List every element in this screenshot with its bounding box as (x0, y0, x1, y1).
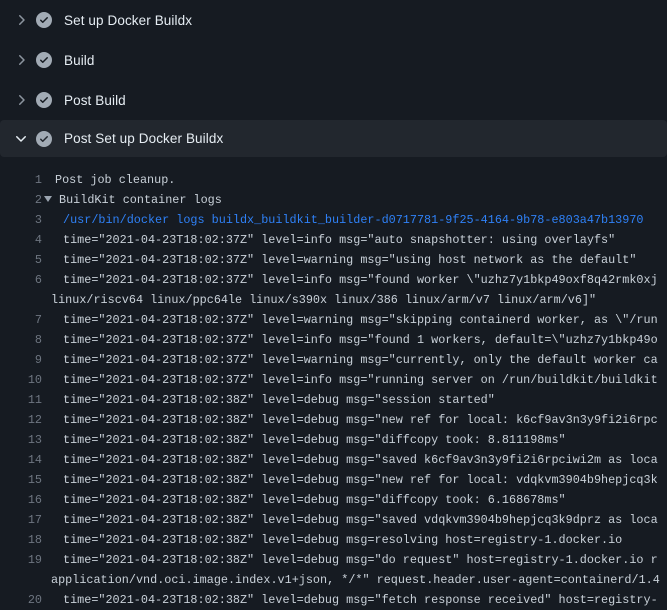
log-group-title: BuildKit container logs (59, 193, 222, 207)
log-line-number[interactable]: 19 (0, 550, 42, 570)
log-line: 12 time="2021-04-23T18:02:38Z" level=debu… (0, 410, 667, 430)
step-section-post-build[interactable]: Post Build (0, 80, 667, 120)
log-line-number[interactable]: 3 (0, 210, 42, 230)
log-line: 2 BuildKit container logs (0, 190, 667, 210)
log-line-text: time="2021-04-23T18:02:38Z" level=debug … (51, 450, 667, 470)
log-line-text: time="2021-04-23T18:02:37Z" level=info m… (51, 330, 667, 350)
step-label: Build (64, 53, 95, 68)
log-line-number[interactable]: 11 (0, 390, 42, 410)
log-line: 15 time="2021-04-23T18:02:38Z" level=debu… (0, 470, 667, 490)
chevron-right-icon (13, 92, 29, 108)
log-line: linux/riscv64 linux/ppc64le linux/s390x … (0, 290, 667, 310)
log-line: 7 time="2021-04-23T18:02:37Z" level=warni… (0, 310, 667, 330)
log-line-text: linux/riscv64 linux/ppc64le linux/s390x … (51, 290, 667, 310)
log-line-text: time="2021-04-23T18:02:38Z" level=debug … (51, 590, 667, 610)
log-line-number[interactable]: 17 (0, 510, 42, 530)
step-section-build[interactable]: Build (0, 40, 667, 80)
log-line-number (0, 290, 42, 310)
log-line-text: time="2021-04-23T18:02:38Z" level=debug … (51, 390, 667, 410)
log-line-text: time="2021-04-23T18:02:37Z" level=info m… (51, 370, 667, 390)
chevron-right-icon (13, 12, 29, 28)
log-line-text: time="2021-04-23T18:02:38Z" level=debug … (51, 490, 667, 510)
log-line-text: time="2021-04-23T18:02:37Z" level=info m… (51, 270, 667, 290)
log-line-number[interactable]: 8 (0, 330, 42, 350)
step-section-post-set-up-docker-buildx[interactable]: Post Set up Docker Buildx (0, 120, 667, 157)
log-line: 16 time="2021-04-23T18:02:38Z" level=debu… (0, 490, 667, 510)
log-line-number[interactable]: 14 (0, 450, 42, 470)
check-circle-icon (36, 131, 52, 147)
log-line-text: time="2021-04-23T18:02:38Z" level=debug … (51, 410, 667, 430)
log-line: 5 time="2021-04-23T18:02:37Z" level=warni… (0, 250, 667, 270)
steps-list: Set up Docker Buildx Build Post Build Post … (0, 0, 667, 157)
log-line-text: time="2021-04-23T18:02:38Z" level=debug … (51, 550, 667, 570)
log-line-text: time="2021-04-23T18:02:37Z" level=info m… (51, 230, 667, 250)
triangle-down-icon (44, 196, 52, 202)
log-line: 1 Post job cleanup. (0, 170, 667, 190)
log-line: 6 time="2021-04-23T18:02:37Z" level=info … (0, 270, 667, 290)
step-section-set-up-docker-buildx[interactable]: Set up Docker Buildx (0, 0, 667, 40)
log-line-number[interactable]: 4 (0, 230, 42, 250)
log-line-number[interactable]: 13 (0, 430, 42, 450)
log-line-number[interactable]: 7 (0, 310, 42, 330)
check-circle-icon (36, 52, 52, 68)
log-line: application/vnd.oci.image.index.v1+json,… (0, 570, 667, 590)
log-line-number[interactable]: 10 (0, 370, 42, 390)
log-line-text: application/vnd.oci.image.index.v1+json,… (51, 570, 667, 590)
log-line: 13 time="2021-04-23T18:02:38Z" level=debu… (0, 430, 667, 450)
log-line-text: time="2021-04-23T18:02:38Z" level=debug … (51, 530, 667, 550)
step-label: Post Build (64, 93, 126, 108)
log-line-text: time="2021-04-23T18:02:37Z" level=warnin… (51, 310, 667, 330)
check-circle-icon (36, 92, 52, 108)
step-label: Post Set up Docker Buildx (64, 131, 223, 146)
log-line: 11 time="2021-04-23T18:02:38Z" level=debu… (0, 390, 667, 410)
log-line: 10 time="2021-04-23T18:02:37Z" level=info… (0, 370, 667, 390)
log-line: 19 time="2021-04-23T18:02:38Z" level=debu… (0, 550, 667, 570)
log-line-number (0, 570, 42, 590)
check-circle-icon (36, 12, 52, 28)
log-line-text: time="2021-04-23T18:02:38Z" level=debug … (51, 470, 667, 490)
log-line: 8 time="2021-04-23T18:02:37Z" level=info … (0, 330, 667, 350)
log-line-number[interactable]: 12 (0, 410, 42, 430)
log-line-text: /usr/bin/docker logs buildx_buildkit_bui… (51, 210, 667, 230)
log-line: 9 time="2021-04-23T18:02:37Z" level=warni… (0, 350, 667, 370)
log-line-text: time="2021-04-23T18:02:37Z" level=warnin… (51, 350, 667, 370)
chevron-right-icon (13, 52, 29, 68)
log-line: 3/usr/bin/docker logs buildx_buildkit_bu… (0, 210, 667, 230)
log-line-number[interactable]: 5 (0, 250, 42, 270)
log-group-toggle[interactable]: BuildKit container logs (44, 190, 667, 210)
log-line-number[interactable]: 16 (0, 490, 42, 510)
log-line: 18 time="2021-04-23T18:02:38Z" level=debu… (0, 530, 667, 550)
log-viewer: 1 Post job cleanup. 2 BuildKit container lo… (0, 157, 667, 610)
log-line-number[interactable]: 18 (0, 530, 42, 550)
log-line: 17 time="2021-04-23T18:02:38Z" level=debu… (0, 510, 667, 530)
step-label: Set up Docker Buildx (64, 13, 192, 28)
log-line-number[interactable]: 1 (0, 170, 42, 190)
log-line-number[interactable]: 15 (0, 470, 42, 490)
log-line-text: time="2021-04-23T18:02:38Z" level=debug … (51, 430, 667, 450)
log-line: 20 time="2021-04-23T18:02:38Z" level=debu… (0, 590, 667, 610)
chevron-down-icon (13, 131, 29, 147)
log-line-text: Post job cleanup. (51, 170, 667, 190)
log-line-text: time="2021-04-23T18:02:38Z" level=debug … (51, 510, 667, 530)
log-line-number[interactable]: 20 (0, 590, 42, 610)
log-line-number[interactable]: 9 (0, 350, 42, 370)
log-line: 4 time="2021-04-23T18:02:37Z" level=info … (0, 230, 667, 250)
log-line: 14 time="2021-04-23T18:02:38Z" level=debu… (0, 450, 667, 470)
log-line-number[interactable]: 6 (0, 270, 42, 290)
log-line-text: time="2021-04-23T18:02:37Z" level=warnin… (51, 250, 667, 270)
log-line-number[interactable]: 2 (0, 190, 42, 210)
